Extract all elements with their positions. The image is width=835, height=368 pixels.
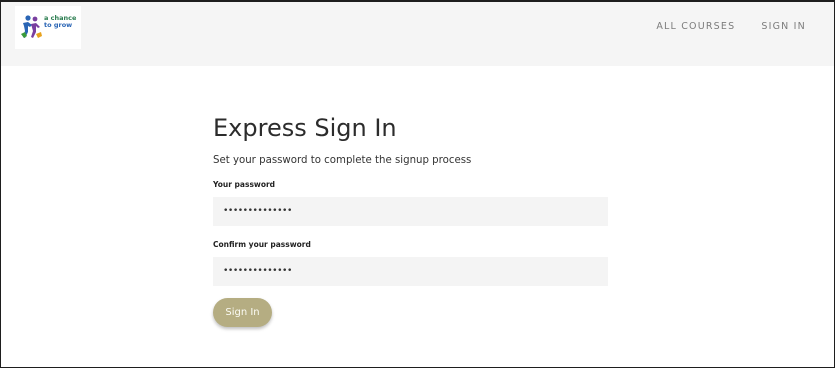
nav-all-courses[interactable]: ALL COURSES <box>656 21 735 32</box>
password-input[interactable]: •••••••••••••• <box>213 197 608 226</box>
logo-text: a chance to grow <box>44 15 76 29</box>
confirm-password-input[interactable]: •••••••••••••• <box>213 257 608 286</box>
page-title: Express Sign In <box>213 114 397 142</box>
logo-line-2: to grow <box>44 21 73 29</box>
confirm-password-label: Confirm your password <box>213 240 311 249</box>
page-subtitle: Set your password to complete the signup… <box>213 155 472 166</box>
people-icon <box>21 15 42 38</box>
password-label: Your password <box>213 180 276 189</box>
sign-in-button[interactable]: Sign In <box>213 298 272 327</box>
page-frame: a chance to grow ALL COURSES SIGN IN Exp… <box>0 0 835 368</box>
site-header: a chance to grow ALL COURSES SIGN IN <box>1 2 834 66</box>
signin-form: Express Sign In Set your password to com… <box>213 113 608 327</box>
nav-sign-in[interactable]: SIGN IN <box>761 21 806 32</box>
top-nav: ALL COURSES SIGN IN <box>656 21 806 32</box>
site-logo[interactable]: a chance to grow <box>15 6 81 49</box>
